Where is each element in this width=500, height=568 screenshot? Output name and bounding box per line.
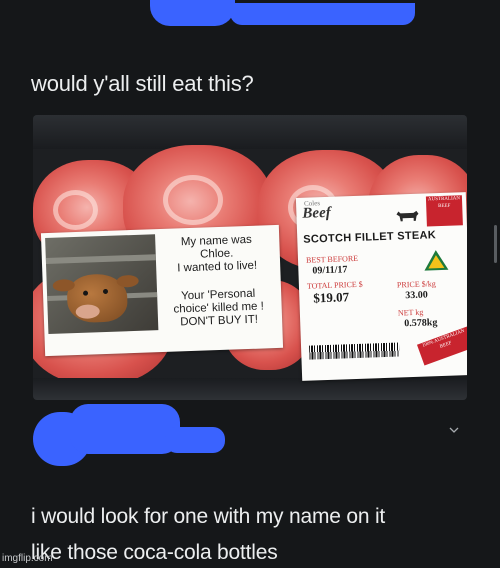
protest-sticker: My name was Chloe. I wanted to live! You… (40, 224, 284, 357)
ribbon-text: 100% AUSTRALIAN BEEF (421, 328, 466, 350)
price-label: Coles Beef AUSTRALIAN BEEF SCOTCH FILLET… (295, 192, 467, 381)
cow-icon (396, 210, 419, 222)
sticker-line: I wanted to live! (177, 259, 258, 275)
price-per-kg: 33.00 (405, 289, 429, 302)
total-price: $19.07 (313, 289, 350, 306)
calf-eye (102, 288, 109, 295)
fence-rail (45, 254, 156, 265)
brand-name: Beef (302, 204, 332, 222)
reply-text-line1: i would look for one with my name on it (31, 505, 386, 528)
post-text: would y'all still eat this? (31, 71, 254, 96)
redacted-username (150, 0, 235, 26)
net-weight-label: NET kg (397, 307, 424, 318)
meat-package-photo[interactable]: My name was Chloe. I wanted to live! You… (33, 115, 467, 400)
calf-ear (116, 274, 139, 288)
flag-text: AUSTRALIAN BEEF (427, 196, 461, 210)
best-before-label: BEST BEFORE (305, 253, 359, 265)
australian-made-logo (424, 250, 449, 271)
redacted-reply-username (70, 404, 180, 454)
sticker-message: Your 'Personal choice' killed me ! DON'T… (158, 287, 279, 330)
imgflip-watermark: imgflip.com (2, 553, 53, 564)
chevron-down-icon[interactable] (449, 425, 459, 435)
calf-nose (75, 304, 100, 320)
best-before-date: 09/11/17 (312, 264, 348, 277)
quality-ribbon: 100% AUSTRALIAN BEEF (416, 326, 467, 366)
cow-photo (45, 234, 159, 334)
net-weight: 0.578kg (404, 317, 438, 330)
product-name: SCOTCH FILLET STEAK (303, 229, 437, 246)
price-per-kg-label: PRICE $/kg (396, 279, 436, 290)
tray-rim-bottom (33, 378, 467, 400)
scrollbar[interactable] (494, 225, 497, 263)
calf-head (52, 273, 139, 324)
fat-marbling (53, 190, 98, 230)
redacted-reply-handle (165, 427, 225, 453)
fat-marbling (163, 175, 223, 225)
reply-text-line2: like those coca-cola bottles (31, 541, 278, 564)
calf-ear (52, 279, 75, 292)
redacted-handle (230, 3, 415, 25)
barcode (309, 342, 400, 360)
tray-rim (33, 115, 467, 149)
calf-eye (82, 290, 89, 296)
sticker-message: My name was Chloe. I wanted to live! (156, 233, 277, 276)
australian-beef-flag: AUSTRALIAN BEEF (425, 195, 463, 227)
